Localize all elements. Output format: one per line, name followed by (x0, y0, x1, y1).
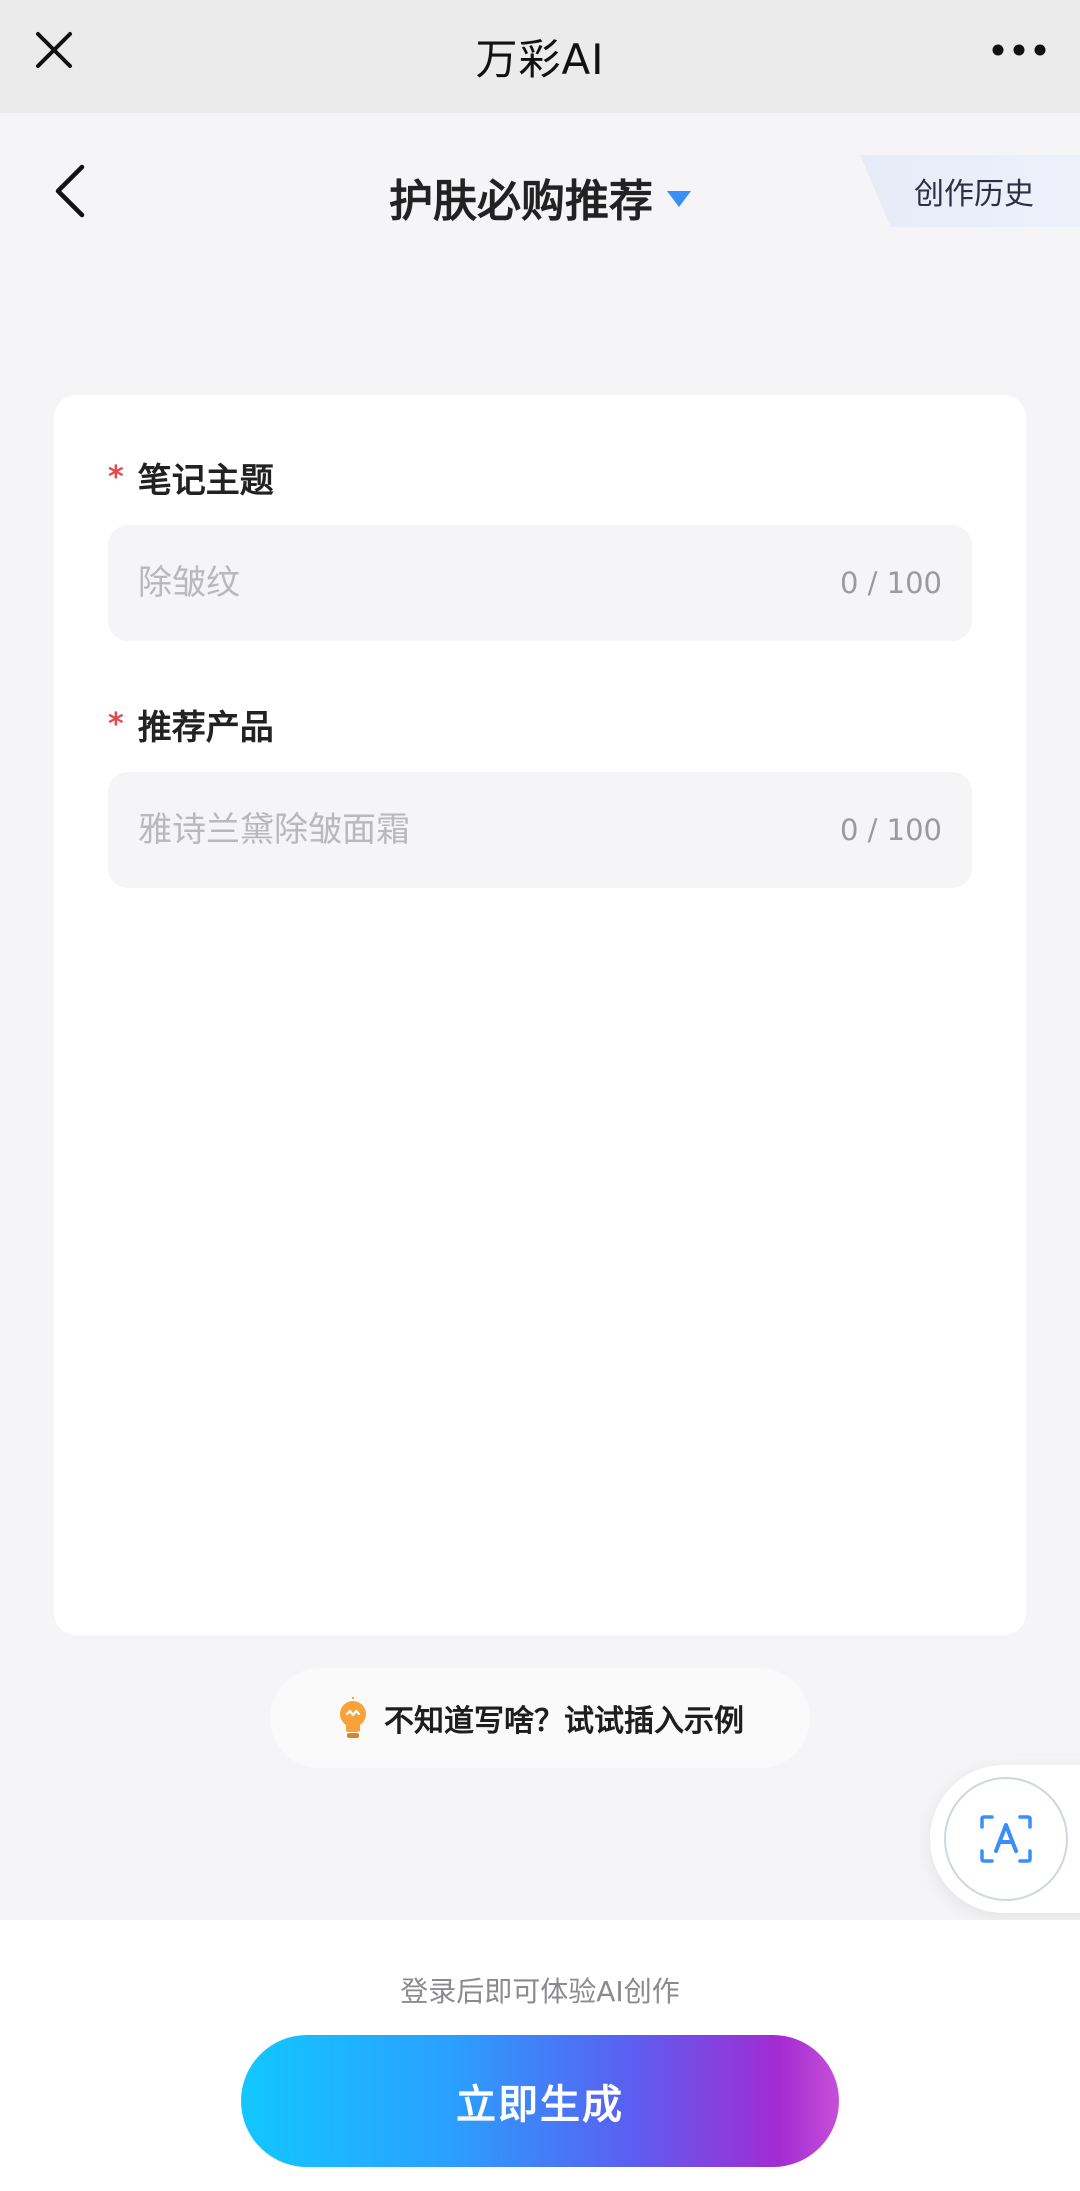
translate-button[interactable] (944, 1777, 1068, 1901)
product-input[interactable] (138, 810, 778, 850)
more-button[interactable] (984, 22, 1054, 78)
page-title: 护肤必购推荐 (389, 176, 653, 227)
generate-button[interactable]: 立即生成 (241, 2035, 839, 2167)
topic-input-box[interactable]: 0 / 100 (108, 525, 972, 641)
lightbulb-icon (340, 1697, 366, 1738)
form-card: * 笔记主题 0 / 100 * 推荐产品 0 / 100 (54, 395, 1026, 1635)
topic-input[interactable] (138, 563, 778, 603)
app-title: 万彩AI (475, 35, 605, 84)
translate-icon (980, 1815, 1032, 1863)
insert-example-text: 不知道写啥？试试插入示例 (384, 1704, 744, 1739)
more-dots-icon (992, 44, 1046, 56)
login-tip: 登录后即可体验AI创作 (400, 1975, 680, 2008)
insert-example-button[interactable]: 不知道写啥？试试插入示例 (270, 1668, 810, 1768)
field-label-topic: * 笔记主题 (108, 453, 274, 502)
required-mark: * (108, 459, 124, 495)
char-counter: 0 / 100 (839, 813, 942, 847)
bottom-bar: 登录后即可体验AI创作 立即生成 (0, 1920, 1080, 2191)
page-header: 护肤必购推荐 创作历史 (0, 113, 1080, 273)
top-bar: 万彩AI (0, 0, 1080, 113)
floating-dock (930, 1765, 1080, 1913)
field-label-product: * 推荐产品 (108, 700, 274, 749)
creation-history-button[interactable]: 创作历史 (860, 155, 1080, 227)
caret-down-icon (667, 191, 691, 207)
app-root: 万彩AI 护肤必购推荐 创作历史 * 笔记主题 0 / 1 (0, 0, 1080, 2191)
field-label-text: 推荐产品 (137, 708, 274, 748)
required-mark: * (108, 706, 124, 742)
char-counter: 0 / 100 (839, 566, 942, 600)
product-input-box[interactable]: 0 / 100 (108, 772, 972, 888)
field-label-text: 笔记主题 (137, 461, 274, 501)
